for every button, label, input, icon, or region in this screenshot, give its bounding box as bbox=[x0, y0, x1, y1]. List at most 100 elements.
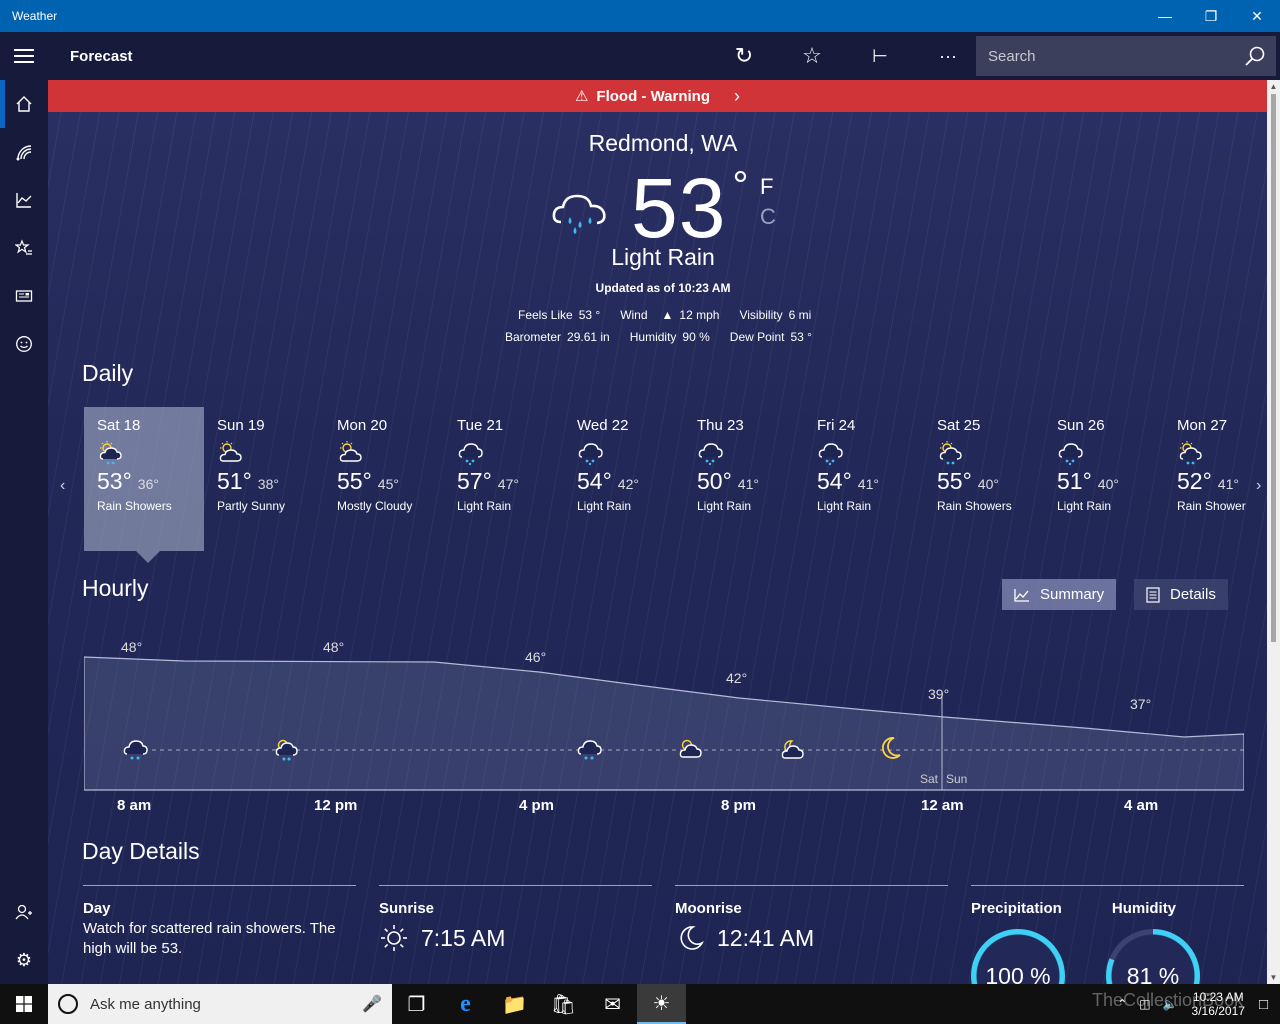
unit-fahrenheit[interactable]: F bbox=[760, 174, 773, 200]
app-title: Weather bbox=[12, 9, 58, 23]
taskbar-weather[interactable]: ☀ bbox=[637, 984, 686, 1024]
hourly-temp-label: 42° bbox=[726, 670, 747, 686]
moonrise-column: Moonrise 12:41 AM bbox=[675, 885, 948, 953]
more-options-button[interactable]: ··· bbox=[914, 32, 982, 80]
taskbar-mail[interactable]: ✉ bbox=[588, 984, 637, 1024]
search-box[interactable] bbox=[976, 36, 1276, 76]
daily-day-3[interactable]: Tue 21 57° 47° Light Rain bbox=[444, 407, 564, 551]
sidebar-item-news[interactable] bbox=[0, 272, 48, 320]
cortana-search-box[interactable]: 🎤 bbox=[48, 984, 392, 1024]
daily-title: Daily bbox=[82, 360, 134, 386]
search-icon[interactable] bbox=[1244, 45, 1266, 67]
day-name: Sun 19 bbox=[217, 417, 265, 434]
daily-day-6[interactable]: Fri 24 54° 41° Light Rain bbox=[804, 407, 924, 551]
sidebar-item-places[interactable] bbox=[0, 224, 48, 272]
sidebar-item-account[interactable] bbox=[0, 888, 48, 936]
day-temps: 50° 41° bbox=[697, 468, 804, 495]
hamburger-menu-button[interactable] bbox=[0, 32, 48, 80]
daily-day-8[interactable]: Sun 26 51° 40° Light Rain bbox=[1044, 407, 1164, 551]
day-condition: Light Rain bbox=[1057, 499, 1112, 513]
search-input[interactable] bbox=[988, 47, 1244, 65]
vertical-scrollbar[interactable]: ▲ ▼ bbox=[1267, 80, 1280, 984]
day-temps: 54° 41° bbox=[817, 468, 924, 495]
radar-icon bbox=[16, 145, 32, 161]
microphone-icon[interactable]: 🎤 bbox=[362, 994, 382, 1014]
day-name: Fri 24 bbox=[817, 417, 856, 434]
day-high: 51° bbox=[217, 468, 252, 494]
sunrise-row: 7:15 AM bbox=[379, 923, 652, 953]
minimize-button[interactable]: — bbox=[1142, 0, 1188, 32]
cortana-search-input[interactable] bbox=[90, 995, 363, 1013]
hour-label: 8 am bbox=[117, 797, 152, 814]
document-icon bbox=[1146, 586, 1160, 603]
daily-prev-arrow[interactable]: ‹ bbox=[60, 477, 65, 495]
title-bar: Weather — ❐ ✕ bbox=[0, 0, 1280, 32]
updated-time: Updated as of 10:23 AM bbox=[595, 281, 731, 295]
sidebar-item-maps[interactable] bbox=[0, 128, 48, 176]
pin-icon: ⊢ bbox=[872, 45, 888, 66]
line-chart-icon bbox=[1014, 588, 1029, 602]
day-temps: 55° 40° bbox=[937, 468, 1044, 495]
day-name: Mon 20 bbox=[337, 417, 388, 434]
pin-button[interactable]: ⊢ bbox=[846, 32, 914, 80]
chevron-up-icon[interactable]: ⌃ bbox=[1117, 997, 1127, 1011]
start-button[interactable] bbox=[0, 984, 48, 1024]
refresh-button[interactable]: ↻ bbox=[710, 32, 778, 80]
humidity-ring-value: 81 % bbox=[1126, 963, 1180, 984]
restore-button[interactable]: ❐ bbox=[1188, 0, 1234, 32]
header-bar: Forecast ↻ ☆ ⊢ ··· bbox=[0, 32, 1280, 80]
task-view-button[interactable]: ❐ bbox=[392, 984, 441, 1024]
taskbar-store[interactable]: 🛍 bbox=[539, 984, 588, 1024]
taskbar-file-explorer[interactable]: 📁 bbox=[490, 984, 539, 1024]
visibility-value: 6 mi bbox=[788, 308, 812, 322]
sidebar-item-feedback[interactable] bbox=[0, 320, 48, 368]
page-title: Forecast bbox=[70, 47, 133, 65]
day-name: Mon 27 bbox=[1177, 417, 1228, 434]
sidebar-item-settings[interactable]: ⚙ bbox=[0, 936, 48, 984]
rain-cloud-icon bbox=[1057, 440, 1085, 466]
daily-day-1[interactable]: Sun 19 51° 38° Partly Sunny bbox=[204, 407, 324, 551]
moonrise-row: 12:41 AM bbox=[675, 923, 948, 953]
day-condition: Light Rain bbox=[697, 499, 752, 513]
close-button[interactable]: ✕ bbox=[1234, 0, 1280, 32]
wind-arrow-icon: ▲ bbox=[661, 308, 674, 322]
scroll-thumb[interactable] bbox=[1271, 94, 1276, 642]
unit-celsius[interactable]: C bbox=[760, 204, 776, 230]
summary-toggle-button[interactable]: Summary bbox=[1002, 579, 1117, 610]
flood-warning-banner[interactable]: ⚠ Flood - Warning › bbox=[48, 80, 1267, 112]
taskbar-edge[interactable]: e bbox=[441, 984, 490, 1024]
daily-day-4[interactable]: Wed 22 54° 42° Light Rain bbox=[564, 407, 684, 551]
action-center-icon[interactable]: □ bbox=[1259, 996, 1268, 1013]
daily-day-9[interactable]: Mon 27 52° 41° Rain Shower bbox=[1164, 407, 1267, 551]
scroll-up-arrow[interactable]: ▲ bbox=[1267, 82, 1280, 91]
day-temps: 51° 38° bbox=[217, 468, 324, 495]
more-icon: ··· bbox=[939, 45, 957, 66]
day-high: 55° bbox=[937, 468, 972, 494]
sun-rain-icon bbox=[1177, 440, 1205, 466]
daily-day-7[interactable]: Sat 25 55° 40° Rain Showers bbox=[924, 407, 1044, 551]
daily-next-arrow[interactable]: › bbox=[1256, 477, 1261, 495]
details-toggle-button[interactable]: Details bbox=[1134, 579, 1228, 610]
day-condition: Partly Sunny bbox=[217, 499, 286, 513]
sidebar-item-forecast[interactable] bbox=[0, 80, 48, 128]
sidebar-item-historical[interactable] bbox=[0, 176, 48, 224]
smiley-icon bbox=[16, 336, 32, 352]
volume-icon[interactable]: 🔈 bbox=[1163, 997, 1178, 1011]
favorite-button[interactable]: ☆ bbox=[778, 32, 846, 80]
clock[interactable]: 10:23 AM 3/16/2017 bbox=[1192, 990, 1245, 1018]
day-condition: Light Rain bbox=[577, 499, 632, 513]
daily-day-5[interactable]: Thu 23 50° 41° Light Rain bbox=[684, 407, 804, 551]
mail-icon: ✉ bbox=[604, 993, 621, 1016]
scroll-down-arrow[interactable]: ▼ bbox=[1267, 973, 1280, 982]
sunrise-time: 7:15 AM bbox=[421, 924, 506, 951]
moonrise-label: Moonrise bbox=[675, 900, 742, 917]
moonrise-time: 12:41 AM bbox=[717, 924, 815, 951]
network-icon[interactable]: ◫ bbox=[1139, 997, 1150, 1011]
day-temps: 51° 40° bbox=[1057, 468, 1164, 495]
daily-day-0[interactable]: Sat 18 53° 36° Rain Showers bbox=[84, 407, 204, 563]
wind-label: Wind bbox=[620, 308, 648, 322]
temperature-area bbox=[84, 656, 1244, 791]
partly-sunny-icon bbox=[337, 440, 365, 466]
daily-day-2[interactable]: Mon 20 55° 45° Mostly Cloudy bbox=[324, 407, 444, 551]
day-high: 55° bbox=[337, 468, 372, 494]
